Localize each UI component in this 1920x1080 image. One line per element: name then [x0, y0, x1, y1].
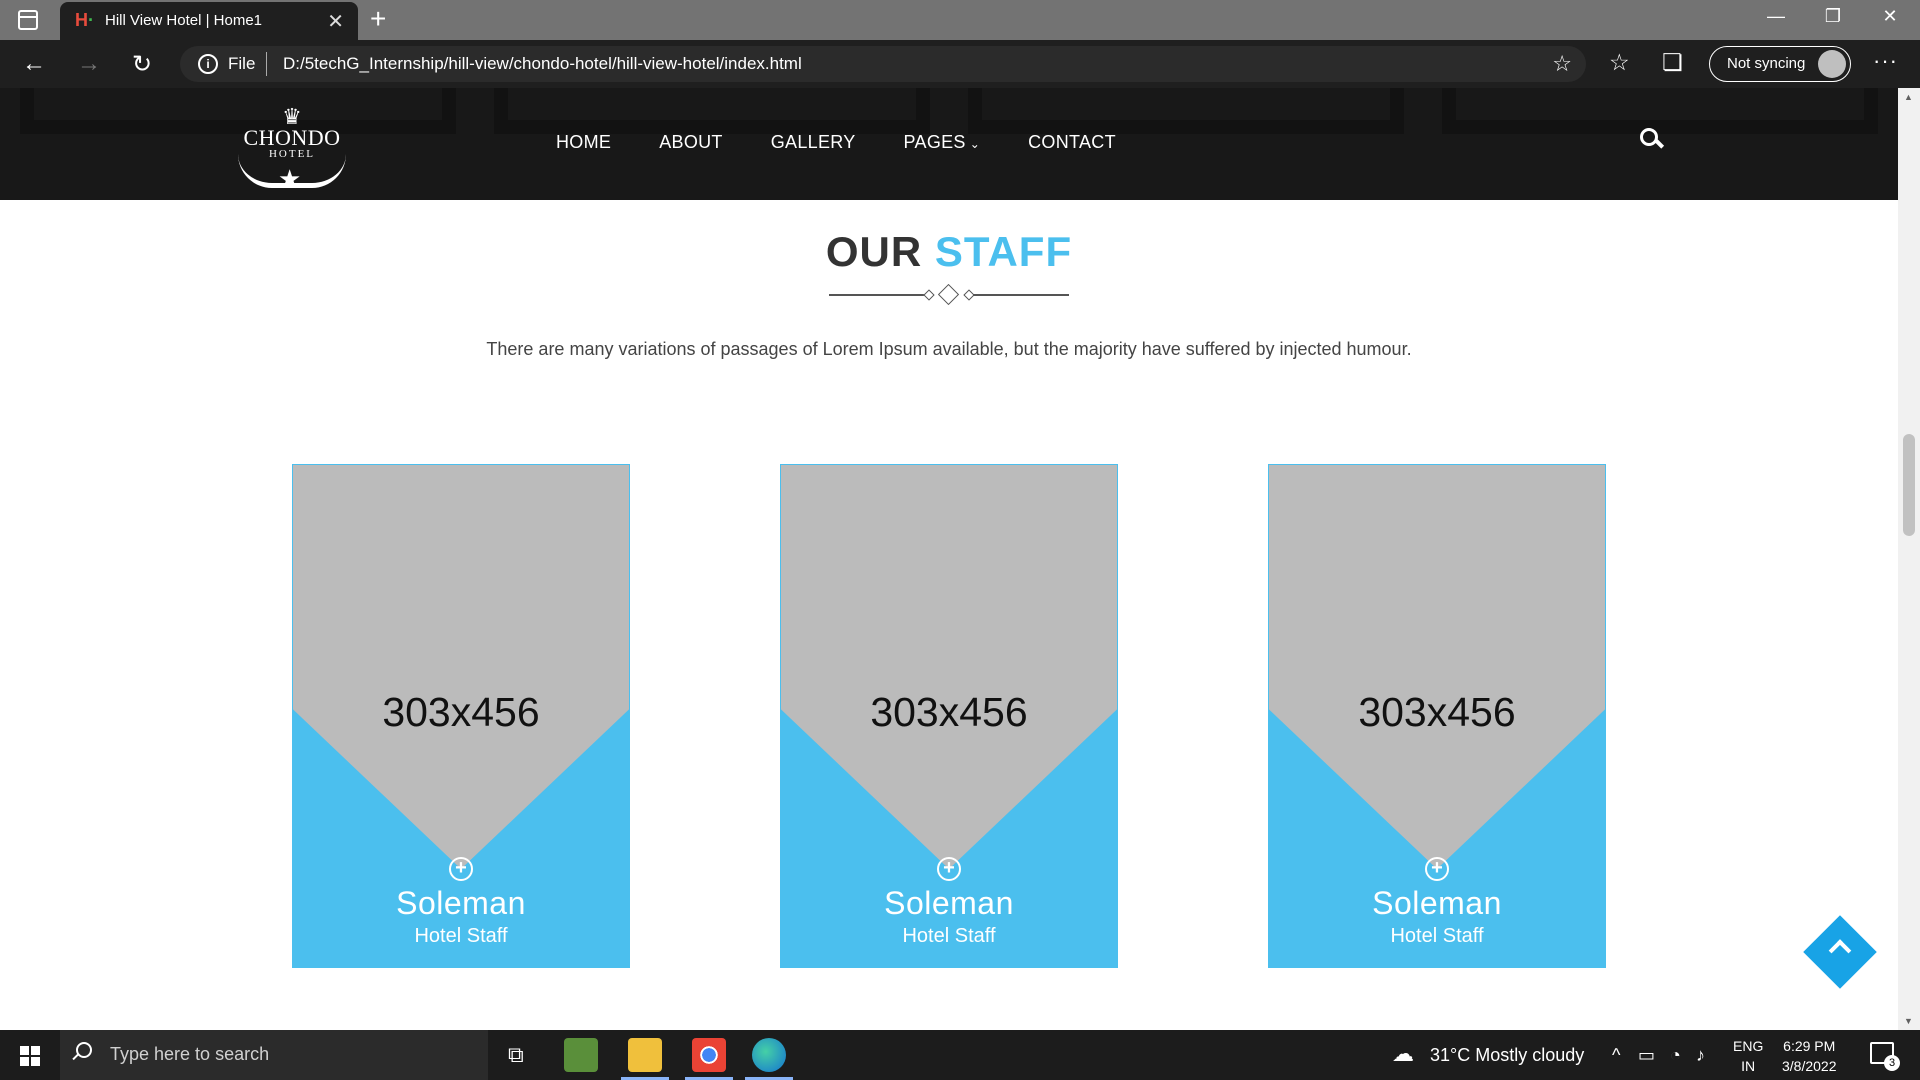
search-icon	[76, 1042, 92, 1058]
taskbar-search-box[interactable]: Type here to search	[60, 1030, 488, 1080]
address-bar[interactable]: i File D:/5techG_Internship/hill-view/ch…	[180, 46, 1586, 82]
header-decor	[968, 88, 1404, 134]
close-tab-icon[interactable]: ✕	[327, 9, 344, 34]
edge-icon[interactable]	[752, 1038, 786, 1072]
restore-button[interactable]: ❐	[1813, 6, 1853, 27]
region-code: IN	[1741, 1058, 1756, 1074]
minimize-button[interactable]: —	[1756, 6, 1796, 27]
placeholder-size-label: 303x456	[1358, 689, 1516, 735]
tab-title: Hill View Hotel | Home1	[105, 12, 263, 29]
windows-taskbar: Type here to search ⧉ ☁ 31°C Mostly clou…	[0, 1030, 1920, 1080]
chevron-up-icon	[1828, 939, 1852, 962]
staff-photo-placeholder	[293, 465, 629, 869]
language-indicator[interactable]: ENG IN	[1733, 1036, 1763, 1076]
staff-card[interactable]: 303x456 + Soleman Hotel Staff	[292, 464, 630, 968]
clock-date: 3/8/2022	[1782, 1058, 1837, 1074]
staff-role: Hotel Staff	[1390, 925, 1484, 947]
staff-photo-placeholder	[781, 465, 1117, 869]
notification-center-icon[interactable]: 3	[1870, 1042, 1900, 1071]
back-to-top-button[interactable]	[1803, 915, 1877, 989]
browser-tab[interactable]: H· Hill View Hotel | Home1 ✕	[60, 2, 358, 40]
task-view-icon[interactable]: ⧉	[508, 1042, 524, 1068]
section-title-accent: STAFF	[934, 228, 1073, 275]
plus-circle-icon[interactable]: +	[937, 857, 961, 881]
staff-name: Soleman	[396, 885, 526, 921]
nav-pages-label: PAGES	[903, 132, 966, 152]
section-intro: There are many variations of passages of…	[486, 339, 1412, 359]
url-text[interactable]: D:/5techG_Internship/hill-view/chondo-ho…	[283, 54, 802, 74]
section-title-main: OUR	[825, 228, 923, 275]
plus-circle-icon[interactable]: +	[1425, 857, 1449, 881]
file-scheme-label: File	[228, 54, 256, 73]
new-tab-button[interactable]: +	[370, 3, 386, 35]
star-icon: ★	[278, 164, 302, 194]
add-favorite-icon[interactable]: ☆	[1552, 51, 1572, 77]
cloud-weather-icon: ☁	[1392, 1041, 1414, 1066]
image-app-icon[interactable]	[564, 1038, 598, 1072]
plus-circle-icon[interactable]: +	[449, 857, 473, 881]
windows-start-icon[interactable]	[20, 1046, 40, 1066]
address-separator	[266, 52, 267, 76]
close-window-button[interactable]: ✕	[1870, 6, 1910, 27]
staff-role: Hotel Staff	[414, 925, 508, 947]
notification-badge: 3	[1884, 1055, 1900, 1071]
header-decor	[494, 88, 930, 134]
scroll-up-arrow-icon[interactable]: ▲	[1904, 92, 1913, 102]
staff-card[interactable]: 303x456 + Soleman Hotel Staff	[1268, 464, 1606, 968]
file-explorer-icon[interactable]	[628, 1038, 662, 1072]
main-nav: HOME ABOUT GALLERY PAGES ⌄ CONTACT	[556, 132, 1116, 153]
section-title: OUR STAFF	[0, 228, 1898, 276]
battery-icon[interactable]: ▭	[1638, 1045, 1655, 1066]
nav-pages[interactable]: PAGES ⌄	[904, 132, 981, 153]
collections-icon[interactable]: ❏	[1662, 49, 1683, 76]
language-code: ENG	[1733, 1038, 1764, 1054]
page-viewport: ♛ CHONDO HOTEL ★ HOME ABOUT GALLERY PAGE…	[0, 88, 1898, 1030]
browser-toolbar: ← → ↻ i File D:/5techG_Internship/hill-v…	[0, 40, 1920, 88]
staff-name: Soleman	[884, 885, 1014, 921]
staff-card[interactable]: 303x456 + Soleman Hotel Staff	[780, 464, 1118, 968]
system-clock[interactable]: 6:29 PM 3/8/2022	[1782, 1036, 1837, 1076]
chevron-down-icon: ⌄	[969, 137, 981, 151]
profile-avatar	[1818, 50, 1846, 78]
reload-button[interactable]: ↻	[132, 50, 152, 79]
logo-name: CHONDO	[243, 125, 341, 150]
nav-about[interactable]: ABOUT	[659, 132, 723, 153]
nav-contact[interactable]: CONTACT	[1028, 132, 1116, 153]
wifi-icon[interactable]: ◔	[1670, 1045, 1681, 1066]
profile-sync-button[interactable]: Not syncing	[1709, 46, 1851, 82]
title-divider	[829, 283, 1069, 306]
tab-actions-icon[interactable]	[18, 10, 38, 30]
browser-tab-bar: H· Hill View Hotel | Home1 ✕ + — ❐ ✕	[0, 0, 1920, 40]
page-scrollbar[interactable]: ▲ ▼	[1898, 88, 1920, 1030]
clock-time: 6:29 PM	[1783, 1038, 1836, 1054]
search-icon[interactable]	[1640, 128, 1665, 152]
back-button[interactable]: ←	[22, 50, 46, 78]
placeholder-size-label: 303x456	[870, 689, 1028, 735]
staff-name: Soleman	[1372, 885, 1502, 921]
site-info-icon[interactable]: i	[198, 54, 218, 74]
weather-text[interactable]: 31°C Mostly cloudy	[1430, 1045, 1584, 1066]
chevron-up-icon[interactable]: ^	[1612, 1045, 1620, 1066]
placeholder-size-label: 303x456	[382, 689, 540, 735]
scroll-down-arrow-icon[interactable]: ▼	[1904, 1016, 1913, 1026]
chrome-icon[interactable]	[692, 1038, 726, 1072]
staff-photo-placeholder	[1269, 465, 1605, 869]
site-favicon-icon: H·	[75, 10, 94, 30]
nav-gallery[interactable]: GALLERY	[771, 132, 856, 153]
staff-role: Hotel Staff	[902, 925, 996, 947]
site-logo[interactable]: ♛ CHONDO HOTEL ★	[232, 106, 352, 194]
taskbar-search-placeholder: Type here to search	[110, 1044, 270, 1064]
nav-home[interactable]: HOME	[556, 132, 611, 153]
sync-label: Not syncing	[1727, 55, 1806, 72]
scrollbar-thumb[interactable]	[1903, 434, 1915, 536]
volume-icon[interactable]: ♪	[1696, 1045, 1705, 1066]
forward-button[interactable]: →	[77, 50, 101, 78]
settings-more-icon[interactable]: ···	[1873, 48, 1898, 74]
site-header: ♛ CHONDO HOTEL ★ HOME ABOUT GALLERY PAGE…	[0, 88, 1898, 200]
favorites-icon[interactable]: ☆	[1609, 49, 1630, 76]
